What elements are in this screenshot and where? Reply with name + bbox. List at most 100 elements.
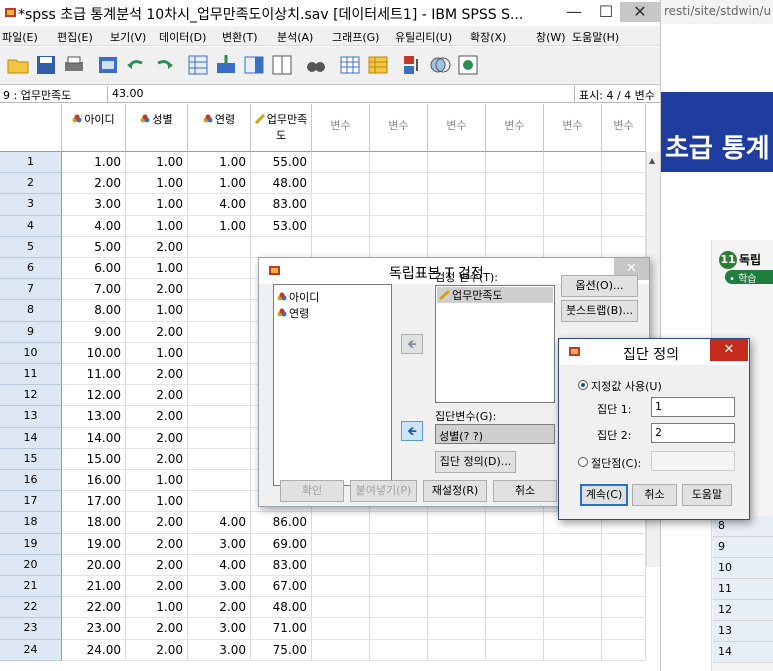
data-cell[interactable]: 9.00 [62,321,126,343]
move-to-group-arrow-button[interactable]: 🡸 [401,421,423,441]
redo-icon[interactable] [152,53,176,77]
data-cell[interactable]: 24.00 [62,639,126,661]
data-cell[interactable] [188,385,251,407]
empty-cell[interactable] [602,533,646,555]
dialog-recall-icon[interactable] [96,53,120,77]
data-cell[interactable]: 2.00 [126,321,188,343]
save-icon[interactable] [34,53,58,77]
data-cell[interactable]: 4.00 [188,554,251,576]
print-icon[interactable] [62,53,86,77]
options-button[interactable]: 옵션(O)... [561,275,638,297]
browser-url[interactable]: resti/site/stdwin/u [661,0,773,24]
data-cell[interactable]: 11.00 [62,364,126,386]
cancel-button[interactable]: 취소 [632,484,677,506]
empty-column-header[interactable]: 변수 [312,104,370,152]
row-header[interactable]: 20 [0,554,62,576]
empty-cell[interactable] [312,512,370,534]
data-cell[interactable]: 12.00 [62,385,126,407]
menu-item[interactable]: 확장(X) [470,29,506,45]
data-cell[interactable]: 48.00 [251,173,312,195]
row-header[interactable]: 18 [0,512,62,534]
data-cell[interactable] [188,364,251,386]
group1-input[interactable]: 1 [651,397,735,417]
row-header[interactable]: 21 [0,576,62,598]
empty-cell[interactable] [428,215,486,237]
empty-cell[interactable] [486,576,544,598]
row-header[interactable]: 9 [0,321,62,343]
empty-column-header[interactable]: 변수 [602,104,646,152]
data-cell[interactable]: 2.00 [126,533,188,555]
data-cell[interactable] [188,258,251,280]
data-cell[interactable]: 1.00 [126,491,188,513]
empty-cell[interactable] [486,533,544,555]
empty-cell[interactable] [486,236,544,258]
empty-cell[interactable] [312,173,370,195]
data-cell[interactable]: 2.00 [126,576,188,598]
data-cell[interactable] [251,236,312,258]
bootstrap-button[interactable]: 붓스트랩(B)... [561,300,638,322]
open-folder-icon[interactable] [6,53,30,77]
data-cell[interactable]: 1.00 [126,152,188,174]
empty-cell[interactable] [486,597,544,619]
data-cell[interactable]: 1.00 [126,194,188,216]
data-cell[interactable]: 4.00 [188,194,251,216]
empty-column-header[interactable]: 변수 [486,104,544,152]
data-cell[interactable]: 1.00 [126,470,188,492]
data-cell[interactable]: 67.00 [251,576,312,598]
data-cell[interactable]: 13.00 [62,406,126,428]
data-cell[interactable]: 2.00 [126,364,188,386]
show-all-icon[interactable] [456,53,480,77]
empty-cell[interactable] [370,533,428,555]
data-cell[interactable]: 16.00 [62,470,126,492]
undo-icon[interactable] [124,53,148,77]
row-header[interactable]: 7 [0,279,62,301]
empty-cell[interactable] [370,618,428,640]
empty-cell[interactable] [428,618,486,640]
data-cell[interactable]: 1.00 [126,597,188,619]
empty-cell[interactable] [602,576,646,598]
empty-cell[interactable] [370,152,428,174]
define-groups-button[interactable]: 집단 정의(D)... [435,451,516,473]
empty-cell[interactable] [602,597,646,619]
empty-cell[interactable] [486,639,544,661]
row-header[interactable]: 24 [0,639,62,661]
empty-cell[interactable] [544,152,602,174]
empty-cell[interactable] [544,554,602,576]
empty-cell[interactable] [312,533,370,555]
empty-cell[interactable] [602,173,646,195]
menu-item[interactable]: 데이터(D) [159,29,206,45]
empty-cell[interactable] [486,152,544,174]
data-cell[interactable] [188,342,251,364]
empty-cell[interactable] [370,576,428,598]
data-cell[interactable]: 19.00 [62,533,126,555]
empty-cell[interactable] [602,236,646,258]
empty-cell[interactable] [312,639,370,661]
test-variable-list[interactable]: 업무만족도 [435,285,555,403]
row-header[interactable]: 5 [0,236,62,258]
empty-cell[interactable] [428,554,486,576]
row-header[interactable]: 4 [0,215,62,237]
continue-button[interactable]: 계속(C) [580,484,628,506]
data-cell[interactable]: 17.00 [62,491,126,513]
row-header[interactable]: 14 [0,427,62,449]
row-header[interactable]: 8 [0,300,62,322]
row-header[interactable]: 10 [0,342,62,364]
data-cell[interactable]: 4.00 [62,215,126,237]
maximize-button[interactable]: ☐ [592,2,620,22]
empty-cell[interactable] [602,554,646,576]
empty-cell[interactable] [370,512,428,534]
group-variable-field[interactable]: 성별(? ?) [435,424,555,444]
cut-point-radio[interactable] [578,457,588,467]
data-cell[interactable]: 53.00 [251,215,312,237]
empty-cell[interactable] [602,639,646,661]
menu-item[interactable]: 그래프(G) [332,29,379,45]
data-cell[interactable]: 83.00 [251,554,312,576]
empty-cell[interactable] [544,618,602,640]
data-cell[interactable]: 1.00 [188,173,251,195]
column-header-4[interactable]: 업무만족도 [251,104,312,152]
data-cell[interactable] [188,406,251,428]
value-labels-icon[interactable] [400,53,424,77]
data-cell[interactable]: 7.00 [62,279,126,301]
data-cell[interactable] [188,236,251,258]
data-cell[interactable]: 3.00 [188,576,251,598]
